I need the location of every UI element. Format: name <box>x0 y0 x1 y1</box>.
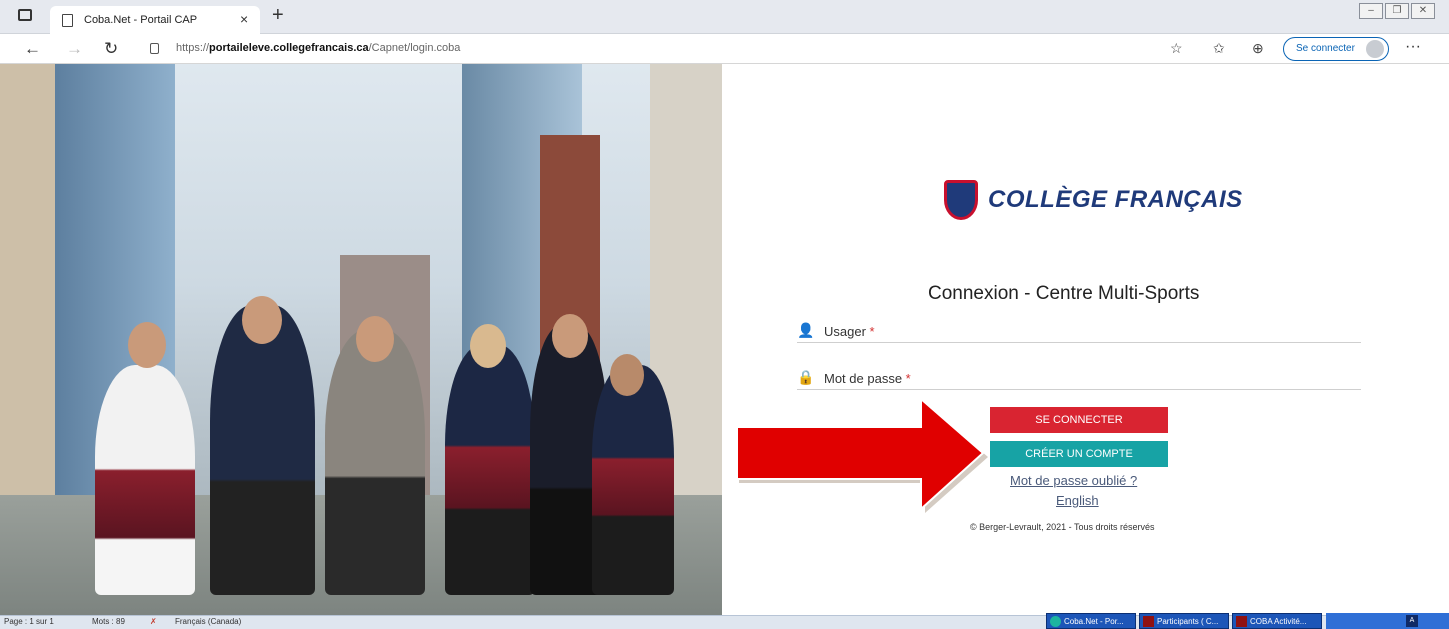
page-title: Connexion - Centre Multi-Sports <box>928 283 1200 304</box>
copyright-text: © Berger-Levrault, 2021 - Tous droits ré… <box>970 522 1155 532</box>
student <box>95 365 195 595</box>
minimize-button[interactable]: – <box>1359 3 1383 19</box>
taskbar-item[interactable]: COBA Activité... <box>1232 613 1322 629</box>
logo-text: COLLÈGE FRANÇAIS <box>988 186 1243 213</box>
url-field[interactable]: https://portaileleve.collegefrancais.ca/… <box>176 42 460 54</box>
collections-icon[interactable]: ⊕ <box>1252 40 1264 57</box>
student-head <box>356 316 394 362</box>
student <box>445 345 535 595</box>
taskbar-item-label: Coba.Net - Por... <box>1064 617 1124 626</box>
favorites-icon[interactable]: ✩ <box>1213 40 1225 57</box>
browser-tabstrip: Coba.Net - Portail CAP × + – ❐ ✕ <box>0 0 1449 34</box>
hero-photo <box>0 64 722 615</box>
taskbar-item-label: COBA Activité... <box>1250 617 1307 626</box>
login-button[interactable]: SE CONNECTER <box>990 407 1168 433</box>
close-tab-icon[interactable]: × <box>240 11 248 27</box>
taskbar-item-label: Participants ( C... <box>1157 617 1219 626</box>
student-head <box>470 324 506 368</box>
browser-tab[interactable]: Coba.Net - Portail CAP × <box>50 6 260 34</box>
taskbar-item[interactable]: Participants ( C... <box>1139 613 1229 629</box>
close-window-button[interactable]: ✕ <box>1411 3 1435 19</box>
language-link[interactable]: English <box>1056 493 1099 508</box>
status-word-count: Mots : 89 <box>92 617 125 626</box>
refresh-icon[interactable]: ↻ <box>104 39 118 59</box>
taskbar-item[interactable]: Coba.Net - Por... <box>1046 613 1136 629</box>
red-arrow-annotation <box>736 396 988 513</box>
forgot-password-link[interactable]: Mot de passe oublié ? <box>1010 473 1137 488</box>
avatar-icon <box>1366 40 1384 58</box>
student <box>325 330 425 595</box>
student <box>210 305 315 595</box>
app-icon <box>1236 616 1247 627</box>
app-icon <box>1143 616 1154 627</box>
password-label: Mot de passe * <box>824 371 911 386</box>
lock-icon[interactable] <box>150 43 159 54</box>
signin-label: Se connecter <box>1296 43 1355 54</box>
username-field[interactable]: 👤 Usager * <box>797 321 1361 343</box>
student-head <box>242 296 282 344</box>
window-controls: – ❐ ✕ <box>1357 3 1435 19</box>
spellcheck-icon[interactable]: ✗ <box>150 617 157 626</box>
student-head <box>610 354 644 396</box>
student-head <box>552 314 588 358</box>
system-tray: A <box>1326 613 1449 629</box>
create-account-button[interactable]: CRÉER UN COMPTE <box>990 441 1168 467</box>
tab-actions-icon[interactable] <box>18 9 32 21</box>
user-icon: 👤 <box>797 322 815 338</box>
tab-title: Coba.Net - Portail CAP <box>84 14 198 26</box>
student <box>592 365 674 595</box>
profile-signin-button[interactable]: Se connecter <box>1283 37 1389 61</box>
status-page-count: Page : 1 sur 1 <box>4 617 54 626</box>
shield-logo-icon <box>944 180 978 220</box>
lock-icon: 🔒 <box>797 369 815 385</box>
username-label: Usager * <box>824 324 875 339</box>
tray-icon[interactable]: A <box>1406 615 1418 627</box>
student-head <box>128 322 166 368</box>
restore-button[interactable]: ❐ <box>1385 3 1409 19</box>
status-language[interactable]: Français (Canada) <box>175 617 241 626</box>
forward-icon[interactable]: → <box>66 39 83 59</box>
new-tab-button[interactable]: + <box>272 4 284 27</box>
more-menu-icon[interactable]: ··· <box>1405 38 1421 56</box>
edge-icon <box>1050 616 1061 627</box>
password-field[interactable]: 🔒 Mot de passe * <box>797 368 1361 390</box>
page-icon <box>62 14 73 27</box>
college-logo: COLLÈGE FRANÇAIS <box>944 180 1243 220</box>
address-bar: ← → ↻ https://portaileleve.collegefranca… <box>0 34 1449 64</box>
favorite-add-icon[interactable]: ☆ <box>1170 40 1183 57</box>
back-icon[interactable]: ← <box>24 39 41 59</box>
